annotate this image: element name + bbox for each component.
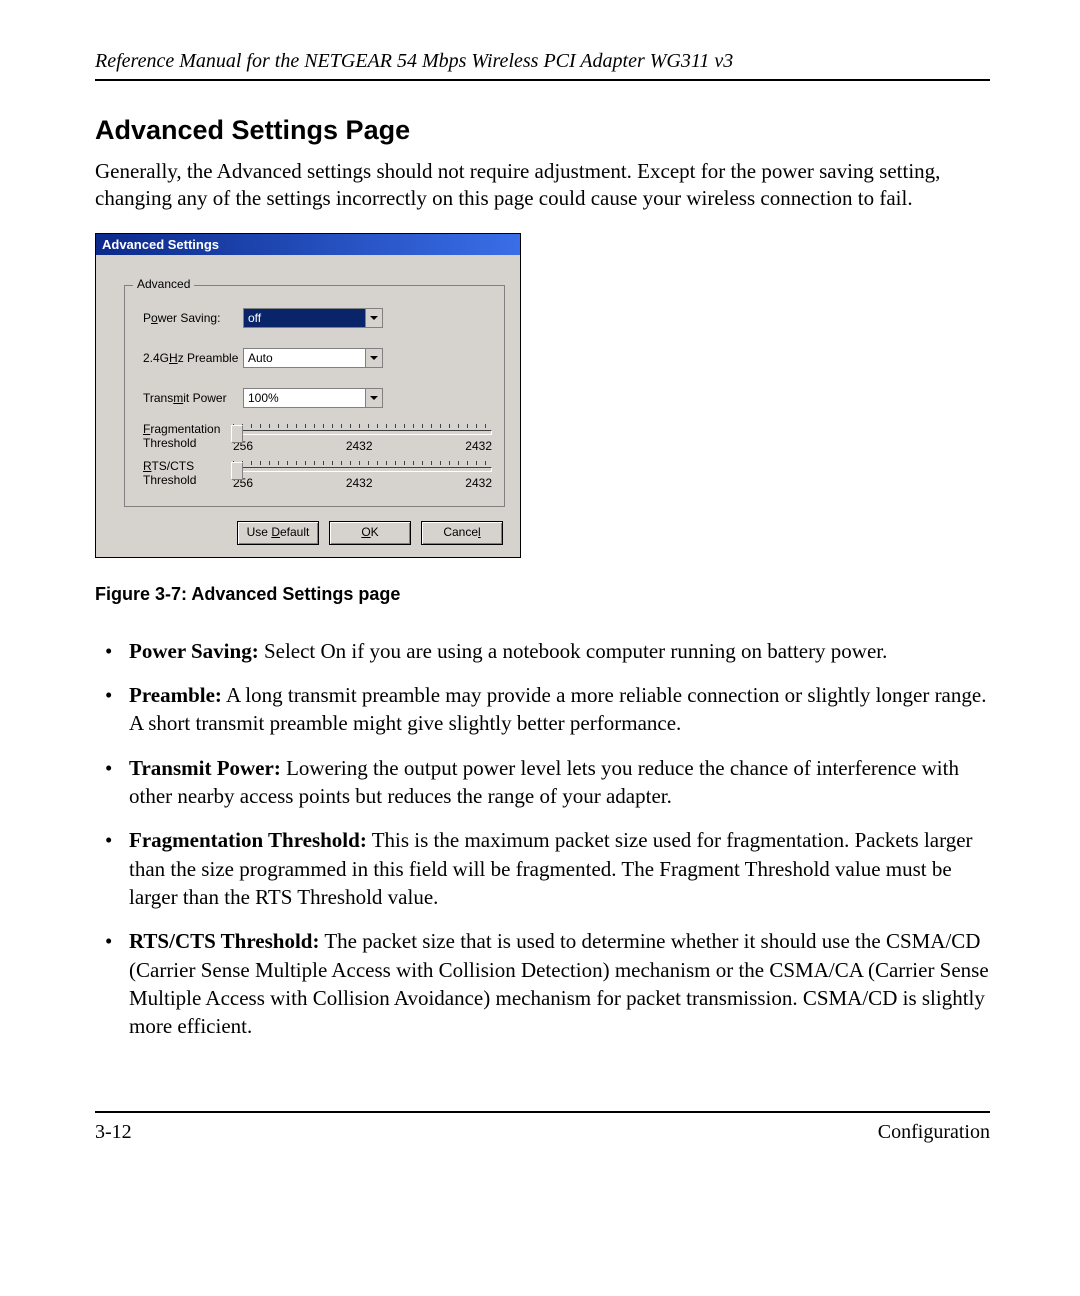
transmit-power-dropdown[interactable]: 100% — [243, 388, 383, 408]
ok-button[interactable]: OK — [329, 521, 411, 545]
power-saving-label: Power Saving: — [143, 311, 243, 325]
frag-mid: 2432 — [346, 439, 373, 453]
chevron-down-icon[interactable] — [365, 309, 382, 327]
rtscts-row: RTS/CTSThreshold 256 2432 2432 — [143, 459, 492, 490]
list-item: RTS/CTS Threshold: The packet size that … — [95, 927, 990, 1040]
dialog-titlebar: Advanced Settings — [96, 234, 520, 255]
rtscts-label: RTS/CTSThreshold — [143, 459, 233, 488]
definition-text: A long transmit preamble may provide a m… — [129, 683, 986, 735]
term: Power Saving: — [129, 639, 259, 663]
header-rule — [95, 79, 990, 81]
fragmentation-slider[interactable]: 256 2432 2432 — [233, 422, 492, 453]
term: Transmit Power: — [129, 756, 281, 780]
transmit-power-row: Transmit Power 100% — [143, 388, 492, 408]
slider-thumb-icon[interactable] — [231, 462, 243, 480]
frag-max: 2432 — [465, 439, 492, 453]
rtscts-mid: 2432 — [346, 476, 373, 490]
power-saving-value: off — [244, 309, 365, 327]
definition-text: Select On if you are using a notebook co… — [259, 639, 888, 663]
list-item: Transmit Power: Lowering the output powe… — [95, 754, 990, 811]
use-default-button[interactable]: Use Default — [237, 521, 319, 545]
term: RTS/CTS Threshold: — [129, 929, 319, 953]
preamble-value: Auto — [244, 349, 365, 367]
list-item: Preamble: A long transmit preamble may p… — [95, 681, 990, 738]
groupbox-title: Advanced — [133, 277, 194, 291]
page-footer: 3-12 Configuration — [95, 1111, 990, 1144]
running-header: Reference Manual for the NETGEAR 54 Mbps… — [95, 50, 990, 73]
slider-thumb-icon[interactable] — [231, 425, 243, 443]
section-title: Advanced Settings Page — [95, 115, 990, 146]
list-item: Fragmentation Threshold: This is the max… — [95, 826, 990, 911]
page-number: 3-12 — [95, 1121, 132, 1144]
power-saving-row: Power Saving: off — [143, 308, 492, 328]
fragmentation-label: FragmentationThreshold — [143, 422, 233, 451]
cancel-button[interactable]: Cancel — [421, 521, 503, 545]
preamble-row: 2.4GHz Preamble Auto — [143, 348, 492, 368]
fragmentation-row: FragmentationThreshold 256 2432 2432 — [143, 422, 492, 453]
transmit-power-value: 100% — [244, 389, 365, 407]
figure-caption: Figure 3-7: Advanced Settings page — [95, 584, 990, 605]
dialog-body: Advanced Power Saving: off 2.4GHz Preamb… — [96, 255, 520, 557]
transmit-power-label: Transmit Power — [143, 391, 243, 405]
advanced-settings-dialog: Advanced Settings Advanced Power Saving:… — [95, 233, 521, 558]
list-item: Power Saving: Select On if you are using… — [95, 637, 990, 665]
advanced-groupbox: Advanced Power Saving: off 2.4GHz Preamb… — [124, 285, 505, 507]
preamble-dropdown[interactable]: Auto — [243, 348, 383, 368]
chevron-down-icon[interactable] — [365, 389, 382, 407]
preamble-label: 2.4GHz Preamble — [143, 351, 243, 365]
footer-section: Configuration — [878, 1121, 990, 1144]
rtscts-slider[interactable]: 256 2432 2432 — [233, 459, 492, 490]
chevron-down-icon[interactable] — [365, 349, 382, 367]
intro-paragraph: Generally, the Advanced settings should … — [95, 158, 990, 213]
rtscts-max: 2432 — [465, 476, 492, 490]
dialog-button-row: Use Default OK Cancel — [124, 521, 505, 545]
term: Fragmentation Threshold: — [129, 828, 367, 852]
definitions-list: Power Saving: Select On if you are using… — [95, 637, 990, 1041]
term: Preamble: — [129, 683, 222, 707]
power-saving-dropdown[interactable]: off — [243, 308, 383, 328]
